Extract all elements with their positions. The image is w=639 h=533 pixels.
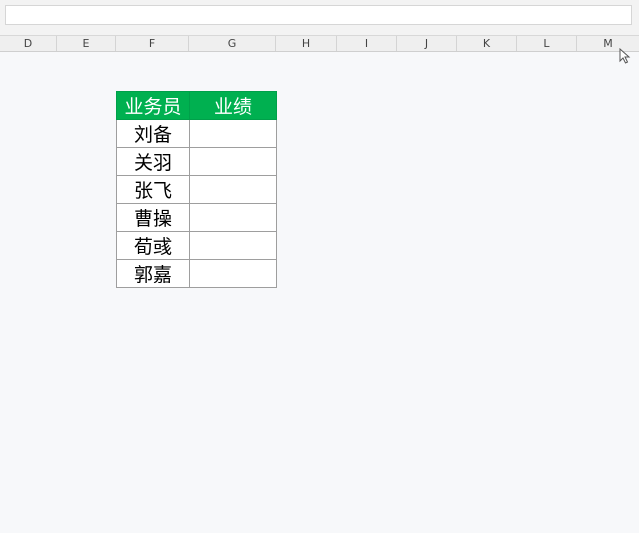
column-header-i[interactable]: I [337,36,397,51]
column-header-d[interactable]: D [0,36,57,51]
salesperson-cell[interactable]: 荀彧 [116,231,190,260]
column-header-f[interactable]: F [116,36,189,51]
performance-cell[interactable] [189,175,277,204]
salesperson-cell[interactable]: 刘备 [116,119,190,148]
table-row: 关羽 [116,147,277,176]
table-row: 郭嘉 [116,259,277,288]
salesperson-cell[interactable]: 张飞 [116,175,190,204]
column-header-j[interactable]: J [397,36,457,51]
column-header-l[interactable]: L [517,36,577,51]
column-header-row: D E F G H I J K L M [0,35,639,52]
table-row: 张飞 [116,175,277,204]
performance-cell[interactable] [189,119,277,148]
performance-cell[interactable] [189,231,277,260]
header-cell-performance[interactable]: 业绩 [189,91,277,120]
table-row: 曹操 [116,203,277,232]
table-row: 荀彧 [116,231,277,260]
column-header-h[interactable]: H [276,36,337,51]
mouse-pointer-icon [619,48,631,64]
column-header-k[interactable]: K [457,36,517,51]
performance-cell[interactable] [189,147,277,176]
header-cell-salesperson[interactable]: 业务员 [116,91,190,120]
column-header-e[interactable]: E [57,36,116,51]
salesperson-cell[interactable]: 郭嘉 [116,259,190,288]
sales-table: 业务员 业绩 刘备 关羽 张飞 曹操 荀彧 郭嘉 [116,91,277,288]
worksheet-area[interactable] [0,52,639,533]
column-header-g[interactable]: G [189,36,276,51]
performance-cell[interactable] [189,259,277,288]
salesperson-cell[interactable]: 关羽 [116,147,190,176]
formula-input[interactable] [5,5,632,25]
performance-cell[interactable] [189,203,277,232]
formula-bar [0,0,639,35]
salesperson-cell[interactable]: 曹操 [116,203,190,232]
table-header-row: 业务员 业绩 [116,91,277,120]
table-row: 刘备 [116,119,277,148]
